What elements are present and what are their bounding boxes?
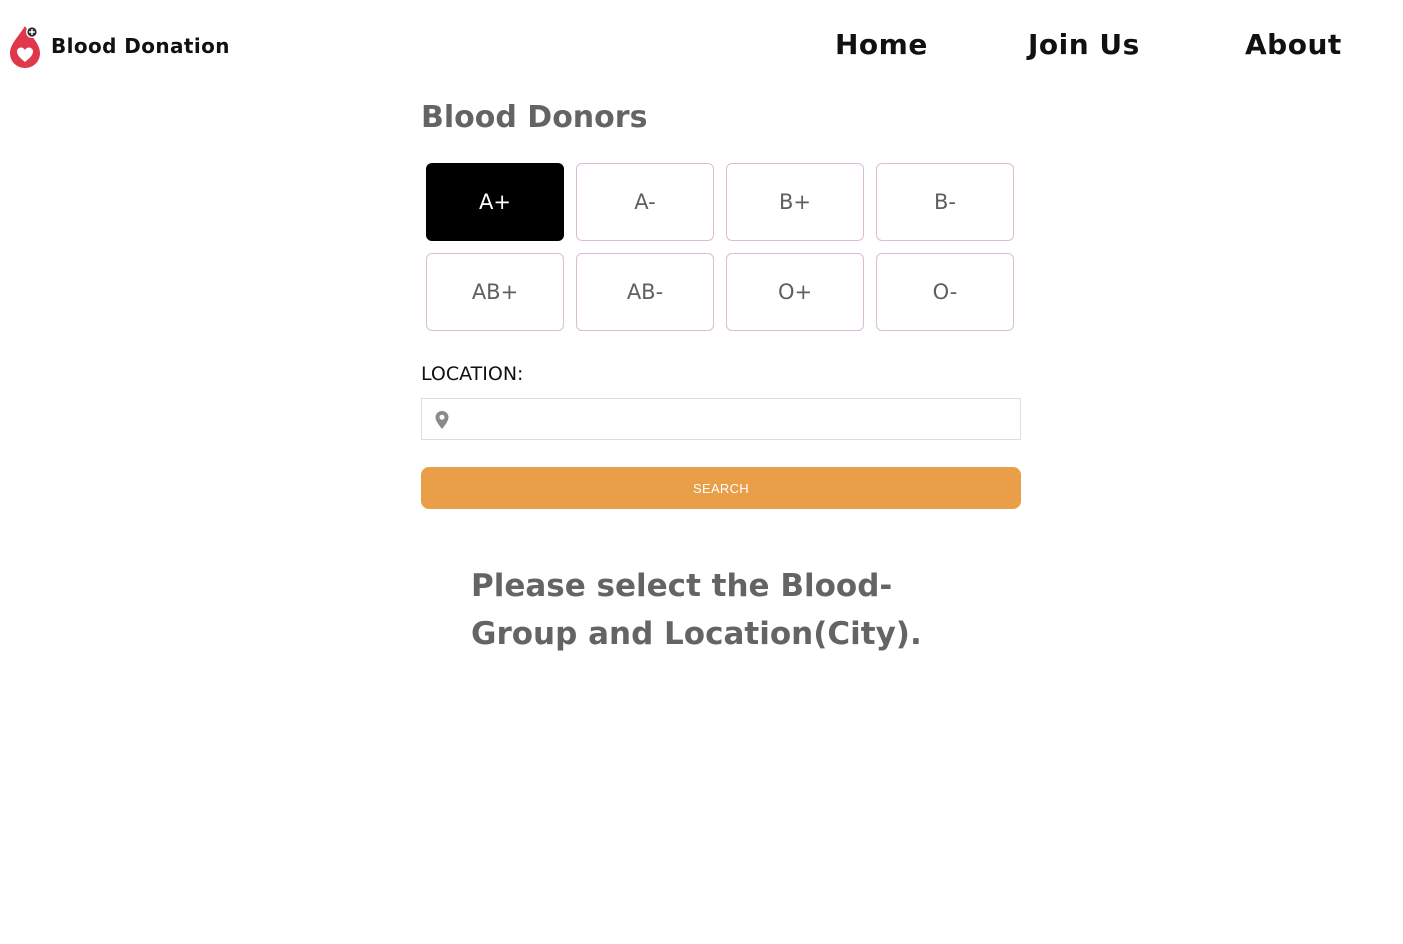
map-pin-icon	[435, 411, 449, 429]
brand-name: Blood Donation	[51, 34, 230, 58]
blood-group-a-positive-button[interactable]: A+	[426, 163, 564, 241]
page-title: Blood Donors	[421, 100, 648, 135]
instruction-message: Please select the Blood-Group and Locati…	[471, 568, 922, 652]
blood-group-o-positive-button[interactable]: O+	[726, 253, 864, 331]
nav-join-us-link[interactable]: Join Us	[1028, 28, 1140, 61]
nav-home-link[interactable]: Home	[835, 28, 928, 61]
search-button[interactable]: SEARCH	[421, 467, 1021, 509]
blood-group-o-negative-button[interactable]: O-	[876, 253, 1014, 331]
blood-group-ab-positive-button[interactable]: AB+	[426, 253, 564, 331]
location-input[interactable]	[458, 399, 1018, 441]
blood-group-a-negative-button[interactable]: A-	[576, 163, 714, 241]
brand[interactable]: Blood Donation	[8, 22, 230, 70]
location-label: LOCATION:	[421, 363, 524, 385]
blood-group-b-negative-button[interactable]: B-	[876, 163, 1014, 241]
blood-group-ab-negative-button[interactable]: AB-	[576, 253, 714, 331]
top-navbar: Blood Donation Home Join Us About	[0, 0, 1403, 96]
location-field	[421, 398, 1021, 441]
blood-drop-heart-icon	[10, 26, 40, 68]
nav-about-link[interactable]: About	[1245, 28, 1342, 61]
blood-group-b-positive-button[interactable]: B+	[726, 163, 864, 241]
